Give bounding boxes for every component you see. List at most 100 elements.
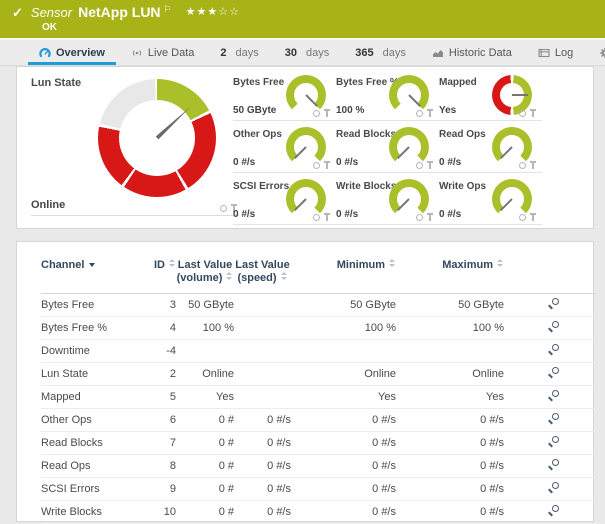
flag-icon[interactable]: ⚐ bbox=[164, 2, 172, 17]
channel-last-value-speed bbox=[234, 386, 291, 409]
channel-maximum: 0 #/s bbox=[396, 501, 504, 524]
channel-name[interactable]: Bytes Free bbox=[41, 299, 94, 311]
pin-icon[interactable] bbox=[324, 161, 330, 169]
channel-last-value-speed bbox=[234, 317, 291, 340]
gear-icon[interactable] bbox=[519, 110, 526, 117]
pin-icon[interactable] bbox=[324, 213, 330, 221]
gear-icon[interactable] bbox=[519, 162, 526, 169]
tab-settings[interactable]: Settings bbox=[586, 40, 605, 65]
gear-icon[interactable] bbox=[416, 214, 423, 221]
tab-overview[interactable]: Overview bbox=[26, 40, 118, 65]
gear-icon[interactable] bbox=[313, 110, 320, 117]
channel-name[interactable]: Downtime bbox=[41, 345, 90, 357]
column-header-last-value-volume[interactable]: Last Value(volume) bbox=[176, 256, 234, 294]
priority-stars[interactable]: ★★★☆☆ bbox=[186, 5, 240, 20]
sensor-banner: ✓ Sensor NetApp LUN ⚐ ★★★☆☆ OK bbox=[0, 0, 605, 38]
gauge-value: 0 #/s bbox=[233, 157, 255, 168]
gear-icon[interactable] bbox=[416, 162, 423, 169]
channel-id: 10 bbox=[151, 501, 176, 524]
tab-historic-data[interactable]: Historic Data bbox=[419, 40, 525, 65]
lun-state-gauge[interactable] bbox=[98, 79, 216, 197]
channel-name[interactable]: Mapped bbox=[41, 391, 81, 403]
tab-2-days[interactable]: 2days bbox=[207, 40, 271, 65]
gauge-actions bbox=[416, 109, 433, 117]
channel-id: 9 bbox=[151, 478, 176, 501]
gear-icon[interactable] bbox=[416, 110, 423, 117]
tab-log[interactable]: Log bbox=[525, 40, 586, 65]
tab-live-data[interactable]: Live Data bbox=[118, 40, 207, 65]
gauge-value: 0 #/s bbox=[336, 209, 358, 220]
channel-last-value-volume: 0 # bbox=[176, 455, 234, 478]
gear-icon[interactable] bbox=[313, 162, 320, 169]
gauge-value: 0 #/s bbox=[233, 209, 255, 220]
pin-icon[interactable] bbox=[427, 109, 433, 117]
channel-settings-icon[interactable] bbox=[548, 344, 559, 355]
channel-name[interactable]: Lun State bbox=[41, 368, 88, 380]
pin-icon[interactable] bbox=[530, 213, 536, 221]
channel-minimum: 0 #/s bbox=[291, 455, 396, 478]
channel-settings-icon[interactable] bbox=[548, 413, 559, 424]
channel-settings-icon[interactable] bbox=[548, 367, 559, 378]
channel-last-value-speed: 0 #/s bbox=[234, 455, 291, 478]
channel-settings-icon[interactable] bbox=[548, 321, 559, 332]
pin-icon[interactable] bbox=[427, 161, 433, 169]
channel-name[interactable]: Read Ops bbox=[41, 460, 91, 472]
channel-last-value-volume: 0 # bbox=[176, 409, 234, 432]
sort-arrows-icon bbox=[497, 259, 504, 268]
channel-id: 7 bbox=[151, 432, 176, 455]
gauge-actions bbox=[519, 109, 536, 117]
channel-last-value-speed bbox=[234, 294, 291, 317]
channel-name[interactable]: Read Blocks bbox=[41, 437, 103, 449]
pin-icon[interactable] bbox=[427, 213, 433, 221]
channel-settings-icon[interactable] bbox=[548, 390, 559, 401]
channel-last-value-speed bbox=[234, 340, 291, 363]
channel-minimum: 50 GByte bbox=[291, 294, 396, 317]
gauge-label: Mapped bbox=[439, 77, 477, 88]
gear-icon[interactable] bbox=[220, 205, 227, 212]
channel-settings-icon[interactable] bbox=[548, 459, 559, 470]
pin-icon[interactable] bbox=[324, 109, 330, 117]
gear-icon[interactable] bbox=[519, 214, 526, 221]
sort-arrows-icon bbox=[226, 272, 233, 281]
object-kind-label: Sensor bbox=[31, 5, 72, 20]
channel-last-value-speed: 0 #/s bbox=[234, 501, 291, 524]
column-header-id[interactable]: ID bbox=[151, 256, 176, 294]
channel-last-value-speed: 0 #/s bbox=[234, 409, 291, 432]
channel-name[interactable]: Write Blocks bbox=[41, 506, 102, 518]
channel-name[interactable]: Bytes Free % bbox=[41, 322, 107, 334]
channel-settings-icon[interactable] bbox=[548, 436, 559, 447]
channel-id: 5 bbox=[151, 386, 176, 409]
channel-maximum: 0 #/s bbox=[396, 478, 504, 501]
tab-365-days[interactable]: 365days bbox=[342, 40, 419, 65]
channel-row: Read Ops 8 0 # 0 #/s 0 #/s 0 #/s bbox=[41, 455, 595, 478]
column-header-last-value-speed[interactable]: Last Value(speed) bbox=[234, 256, 291, 294]
pin-icon[interactable] bbox=[530, 161, 536, 169]
chart-icon bbox=[432, 47, 444, 59]
column-header-maximum[interactable]: Maximum bbox=[396, 256, 504, 294]
tab-label: Overview bbox=[56, 47, 105, 59]
log-icon bbox=[538, 47, 550, 59]
sensor-status: OK bbox=[42, 22, 605, 33]
gear-icon[interactable] bbox=[313, 214, 320, 221]
channel-settings-icon[interactable] bbox=[548, 482, 559, 493]
tab-label: days bbox=[306, 47, 329, 59]
sort-caret-icon bbox=[89, 263, 95, 267]
tab-label: days bbox=[383, 47, 406, 59]
channel-maximum: 100 % bbox=[396, 317, 504, 340]
channel-settings-icon[interactable] bbox=[548, 298, 559, 309]
column-header-channel[interactable]: Channel bbox=[41, 256, 151, 294]
channel-settings-icon[interactable] bbox=[548, 505, 559, 516]
tab-30-days[interactable]: 30days bbox=[272, 40, 343, 65]
gauge-actions bbox=[519, 213, 536, 221]
channel-name[interactable]: Other Ops bbox=[41, 414, 92, 426]
column-header-minimum[interactable]: Minimum bbox=[291, 256, 396, 294]
channel-maximum: 0 #/s bbox=[396, 455, 504, 478]
gauge-actions bbox=[416, 213, 433, 221]
channel-name[interactable]: SCSI Errors bbox=[41, 483, 100, 495]
gauge-cell: Mapped Yes bbox=[439, 69, 542, 121]
gauge-value: 0 #/s bbox=[336, 157, 358, 168]
mini-gauge-grid: Bytes Free 50 GByte Bytes Free % 100 % M… bbox=[233, 69, 542, 225]
tab-label: Live Data bbox=[148, 47, 194, 59]
channel-last-value-speed: 0 #/s bbox=[234, 478, 291, 501]
pin-icon[interactable] bbox=[530, 109, 536, 117]
